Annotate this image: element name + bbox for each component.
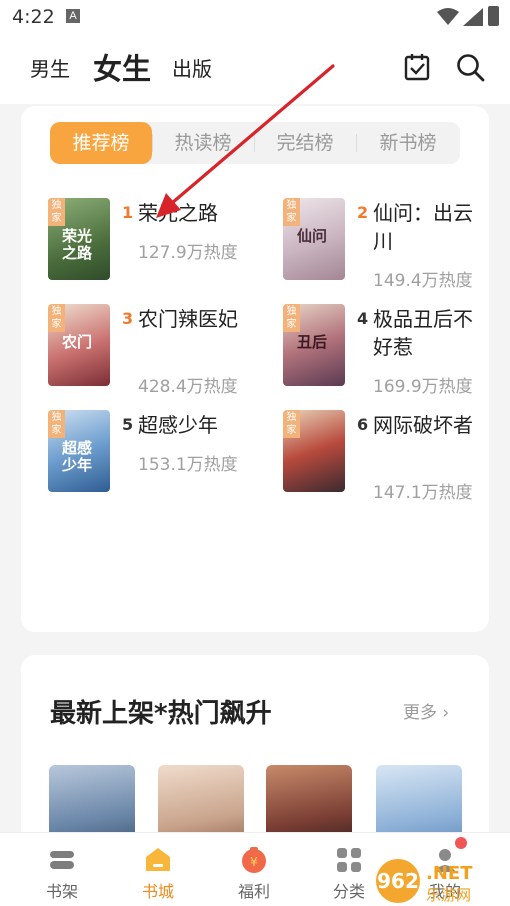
book-cover[interactable]: 独家 [283, 410, 345, 492]
notification-a-icon: A [66, 9, 80, 23]
exclusive-tag: 独家 [283, 410, 300, 438]
tab-male[interactable]: 男生 [30, 53, 70, 82]
signal-icon [463, 8, 483, 26]
book-title[interactable]: 农门辣医妃 [138, 305, 254, 333]
top-header: 男生 女生 出版 [0, 36, 510, 119]
book-title[interactable]: 极品丑后不好惹 [373, 305, 489, 361]
book-cover[interactable]: 独家 丑后 [283, 304, 345, 386]
rank-number: 5 [122, 415, 134, 434]
nav-label: 福利 [237, 882, 270, 901]
tab-hot-read[interactable]: 热读榜 [152, 122, 254, 164]
more-label: 更多 [403, 703, 437, 723]
book-item[interactable]: 独家 农门 3 农门辣医妃 428.4万热度 [48, 304, 258, 397]
tab-new-books[interactable]: 新书榜 [356, 122, 460, 164]
tab-new-books-label: 新书榜 [379, 132, 437, 154]
bookstore-icon [146, 848, 170, 871]
divider [356, 134, 357, 152]
book-heat: 147.1万热度 [373, 483, 473, 503]
tab-publish[interactable]: 出版 [172, 53, 212, 82]
divider [254, 134, 255, 152]
tab-recommend[interactable]: 推荐榜 [50, 122, 152, 164]
book-item[interactable]: 独家 超感少年 5 超感少年 153.1万热度 [48, 410, 258, 500]
tab-hot-read-label: 热读榜 [174, 132, 232, 154]
bookshelf-icon [50, 851, 74, 869]
cover-title: 农门 [62, 333, 93, 351]
chevron-right-icon: › [442, 703, 450, 723]
book-heat: 153.1万热度 [138, 455, 238, 475]
book-title[interactable]: 仙问：出云川 [373, 199, 489, 255]
book-heat: 149.4万热度 [373, 271, 473, 291]
exclusive-tag: 独家 [48, 198, 65, 226]
book-cover[interactable]: 独家 超感少年 [48, 410, 110, 492]
search-icon[interactable] [455, 52, 485, 82]
book-cover[interactable]: 独家 农门 [48, 304, 110, 386]
cover-title: 荣光之路 [62, 227, 93, 262]
battery-icon [488, 6, 499, 26]
svg-text:962: 962 [377, 869, 419, 893]
ranking-card: 推荐榜 热读榜 完结榜 新书榜 独家 荣光之路 1 荣光之路 127.9万热度 … [21, 106, 489, 632]
svg-text:.NET: .NET [426, 863, 473, 884]
book-item[interactable]: 独家 6 网际破坏者 147.1万热度 [283, 410, 493, 503]
book-cover[interactable]: 独家 仙问 [283, 198, 345, 280]
nav-welfare[interactable]: ¥ 福利 [219, 833, 289, 906]
notification-dot [455, 837, 467, 849]
tab-female[interactable]: 女生 [93, 46, 151, 88]
exclusive-tag: 独家 [283, 198, 300, 226]
nav-label: 书城 [141, 882, 174, 901]
ranking-tabs: 推荐榜 热读榜 完结榜 新书榜 [50, 122, 460, 164]
wifi-icon [437, 8, 459, 25]
category-grid-icon [337, 848, 361, 872]
site-watermark-logo: 962 .NET 乐游网 [376, 859, 473, 904]
status-bar: 4:22 A [0, 0, 510, 36]
rank-number: 6 [357, 415, 369, 434]
status-time: 4:22 [12, 6, 55, 28]
rank-number: 3 [122, 309, 134, 328]
tab-completed-label: 完结榜 [276, 132, 334, 154]
new-arrivals-card: 最新上架*热门飙升 更多 › [21, 655, 489, 855]
cover-title: 仙问 [297, 227, 328, 245]
tab-completed[interactable]: 完结榜 [254, 122, 356, 164]
book-item[interactable]: 独家 仙问 2 仙问：出云川 149.4万热度 [283, 198, 493, 291]
book-title[interactable]: 超感少年 [138, 411, 254, 439]
exclusive-tag: 独家 [48, 304, 65, 332]
book-title[interactable]: 荣光之路 [138, 199, 254, 227]
nav-bookshelf[interactable]: 书架 [27, 833, 97, 906]
rank-number: 2 [357, 203, 369, 222]
divider [152, 134, 153, 152]
cover-title: 超感少年 [62, 439, 93, 474]
rank-number: 4 [357, 309, 369, 328]
nav-label: 书架 [45, 882, 78, 901]
nav-bookstore[interactable]: 书城 [123, 833, 193, 906]
book-item[interactable]: 独家 荣光之路 1 荣光之路 127.9万热度 [48, 198, 258, 288]
book-heat: 428.4万热度 [138, 377, 238, 397]
rank-number: 1 [122, 203, 134, 222]
red-envelope-icon: ¥ [242, 847, 266, 873]
section-title: 最新上架*热门飙升 [50, 699, 272, 729]
book-heat: 127.9万热度 [138, 243, 238, 263]
more-link[interactable]: 更多 › [403, 698, 449, 723]
exclusive-tag: 独家 [48, 410, 65, 438]
svg-text:乐游网: 乐游网 [426, 886, 471, 904]
book-heat: 169.9万热度 [373, 377, 473, 397]
book-item[interactable]: 独家 丑后 4 极品丑后不好惹 169.9万热度 [283, 304, 493, 397]
cover-title: 丑后 [297, 333, 328, 351]
svg-text:¥: ¥ [250, 855, 258, 869]
book-title[interactable]: 网际破坏者 [373, 411, 489, 439]
calendar-check-icon[interactable] [402, 52, 432, 82]
book-cover[interactable]: 独家 荣光之路 [48, 198, 110, 280]
exclusive-tag: 独家 [283, 304, 300, 332]
